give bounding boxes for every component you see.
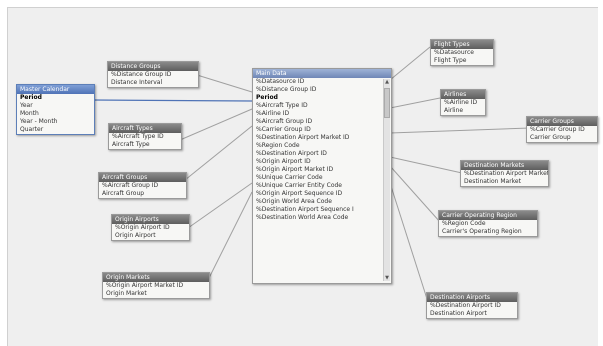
field[interactable]: Quarter <box>17 126 94 134</box>
field[interactable]: %Unique Carrier Entity Code <box>253 182 391 190</box>
field[interactable]: Distance Interval <box>108 79 198 87</box>
table-aircraft-types[interactable]: Aircraft Types %Aircraft Type ID Aircraf… <box>108 123 182 150</box>
field[interactable]: %Origin Airport ID <box>112 224 189 232</box>
field[interactable]: Aircraft Type <box>109 141 181 149</box>
table-title: Aircraft Types <box>109 124 181 133</box>
field[interactable]: %Destination Airport Sequence I <box>253 206 391 214</box>
table-master-calendar[interactable]: Master Calendar Period Year Month Year -… <box>16 84 95 135</box>
field[interactable]: %Destination Airport ID <box>253 150 391 158</box>
field[interactable]: %Destination Airport ID <box>427 302 517 310</box>
field[interactable]: %Carrier Group ID <box>527 126 597 134</box>
table-title: Origin Airports <box>112 215 189 224</box>
field[interactable]: %Aircraft Type ID <box>109 133 181 141</box>
table-carrier-groups[interactable]: Carrier Groups %Carrier Group ID Carrier… <box>526 116 598 143</box>
field[interactable]: %Carrier Group ID <box>253 126 391 134</box>
field[interactable]: %Datasource ID <box>253 78 391 86</box>
field[interactable]: %Region Code <box>439 220 537 228</box>
field[interactable]: %Aircraft Group ID <box>253 118 391 126</box>
field[interactable]: %Distance Group ID <box>253 86 391 94</box>
field[interactable]: %Origin Airport Market ID <box>253 166 391 174</box>
field[interactable]: %Destination Airport Market I <box>461 170 548 178</box>
table-title: Destination Markets <box>461 161 548 170</box>
scrollbar-thumb[interactable] <box>384 88 390 118</box>
scroll-down-icon[interactable]: ▼ <box>384 275 390 281</box>
table-title: Aircraft Groups <box>99 173 186 182</box>
table-destination-airports[interactable]: Destination Airports %Destination Airpor… <box>426 292 518 319</box>
field[interactable]: Destination Market <box>461 178 548 186</box>
field[interactable]: %Unique Carrier Code <box>253 174 391 182</box>
field[interactable]: %Aircraft Group ID <box>99 182 186 190</box>
table-title: Airlines <box>441 90 485 99</box>
table-title: Distance Groups <box>108 62 198 71</box>
field[interactable]: Origin Market <box>103 290 209 298</box>
field[interactable]: %Aircraft Type ID <box>253 102 391 110</box>
table-destination-markets[interactable]: Destination Markets %Destination Airport… <box>460 160 549 187</box>
table-flight-types[interactable]: Flight Types %Datasource Flight Type <box>430 39 494 66</box>
field[interactable]: %Origin Airport ID <box>253 158 391 166</box>
field[interactable]: %Origin Airport Sequence ID <box>253 190 391 198</box>
table-aircraft-groups[interactable]: Aircraft Groups %Aircraft Group ID Aircr… <box>98 172 187 199</box>
field[interactable]: %Region Code <box>253 142 391 150</box>
field[interactable]: Period <box>253 94 391 102</box>
table-title: Master Calendar <box>17 85 94 94</box>
field[interactable]: %Origin World Area Code <box>253 198 391 206</box>
table-main-data[interactable]: Main Data %Datasource ID %Distance Group… <box>252 68 392 284</box>
field[interactable]: %Destination Airport Market ID <box>253 134 391 142</box>
field[interactable]: %Destination World Area Code <box>253 214 391 222</box>
field[interactable]: Month <box>17 110 94 118</box>
table-title: Main Data <box>253 69 391 78</box>
field[interactable]: %Distance Group ID <box>108 71 198 79</box>
field[interactable]: Period <box>17 94 94 102</box>
field[interactable]: %Datasource <box>431 49 493 57</box>
table-title: Carrier Operating Region <box>439 211 537 220</box>
field[interactable]: Origin Airport <box>112 232 189 240</box>
scroll-up-icon[interactable]: ▲ <box>384 79 390 85</box>
field[interactable]: Carrier Group <box>527 134 597 142</box>
table-origin-markets[interactable]: Origin Markets %Origin Airport Market ID… <box>102 272 210 299</box>
field[interactable]: %Origin Airport Market ID <box>103 282 209 290</box>
field[interactable]: Year <box>17 102 94 110</box>
field[interactable]: Year - Month <box>17 118 94 126</box>
field[interactable]: %Airline ID <box>441 99 485 107</box>
table-carrier-operating-region[interactable]: Carrier Operating Region %Region Code Ca… <box>438 210 538 237</box>
table-origin-airports[interactable]: Origin Airports %Origin Airport ID Origi… <box>111 214 190 241</box>
table-title: Flight Types <box>431 40 493 49</box>
field[interactable]: Carrier's Operating Region <box>439 228 537 236</box>
field[interactable]: %Airline ID <box>253 110 391 118</box>
table-title: Carrier Groups <box>527 117 597 126</box>
field[interactable]: Aircraft Group <box>99 190 186 198</box>
field[interactable]: Airline <box>441 107 485 115</box>
table-title: Origin Markets <box>103 273 209 282</box>
table-distance-groups[interactable]: Distance Groups %Distance Group ID Dista… <box>107 61 199 88</box>
table-airlines[interactable]: Airlines %Airline ID Airline <box>440 89 486 116</box>
table-title: Destination Airports <box>427 293 517 302</box>
main-data-scrollbar[interactable]: ▲ ▼ <box>383 79 390 281</box>
field[interactable]: Destination Airport <box>427 310 517 318</box>
field[interactable]: Flight Type <box>431 57 493 65</box>
